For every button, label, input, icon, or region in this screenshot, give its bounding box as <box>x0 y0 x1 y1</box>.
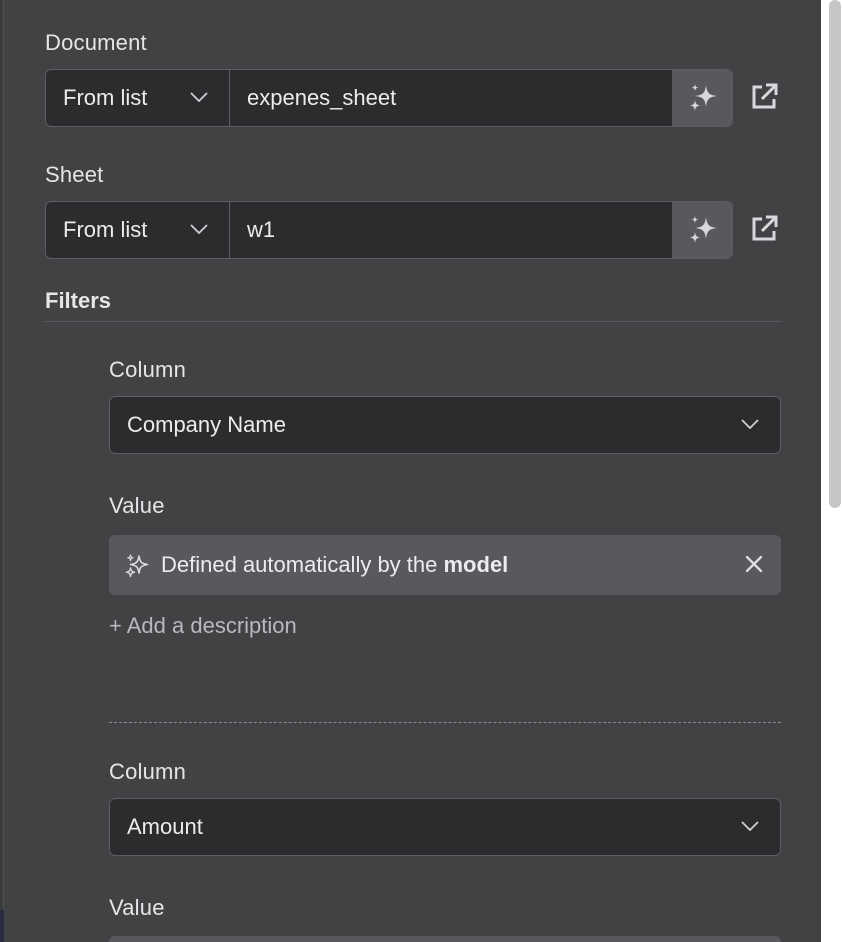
sheet-field: From list w1 <box>45 201 733 259</box>
chevron-down-icon <box>741 419 759 429</box>
sparkles-icon <box>690 84 717 111</box>
filter-column-value: Amount <box>127 814 203 839</box>
sheet-mode-value: From list <box>63 217 148 242</box>
sheet-select-value: w1 <box>247 217 276 242</box>
sheet-ai-button[interactable] <box>672 202 732 258</box>
filter-value-field[interactable] <box>109 936 781 942</box>
document-select[interactable]: expenes_sheet <box>230 70 699 126</box>
chevron-down-icon <box>190 92 208 102</box>
sheet-label: Sheet <box>45 162 104 187</box>
filter-column-select[interactable]: Company Name <box>109 396 781 454</box>
sheet-select[interactable]: w1 <box>230 202 699 258</box>
filter-value-prefix: Defined automatically by the <box>161 552 438 577</box>
filter-value-text: Defined automatically by the model <box>161 552 508 578</box>
sparkles-icon <box>690 216 717 243</box>
document-field: From list expenes_sheet <box>45 69 733 127</box>
filters-heading: Filters <box>45 288 112 313</box>
filter-value-label: Value <box>109 895 165 920</box>
filter-column-label: Column <box>109 759 187 784</box>
filter-column-label: Column <box>109 357 187 382</box>
chevron-down-icon <box>741 821 759 831</box>
scrollbar-thumb[interactable] <box>829 0 841 508</box>
sheet-mode-select[interactable]: From list <box>46 202 230 258</box>
external-link-icon[interactable] <box>749 82 779 112</box>
filter-column-value: Company Name <box>127 412 286 437</box>
document-mode-select[interactable]: From list <box>46 70 230 126</box>
parameters-panel: Document From list expenes_sheet Sheet F… <box>0 0 842 942</box>
close-icon[interactable] <box>745 555 763 573</box>
filter-value-emphasis: model <box>443 552 509 577</box>
document-label: Document <box>45 30 147 55</box>
filters-divider <box>45 321 781 322</box>
document-select-value: expenes_sheet <box>247 85 397 110</box>
filter-value-auto: Defined automatically by the model <box>109 535 781 595</box>
chevron-down-icon <box>190 224 208 234</box>
panel-left-edge <box>0 0 4 942</box>
filter-separator <box>109 722 781 723</box>
document-ai-button[interactable] <box>672 70 732 126</box>
document-mode-value: From list <box>63 85 148 110</box>
filter-column-select[interactable]: Amount <box>109 798 781 856</box>
filter-value-label: Value <box>109 493 165 518</box>
add-description-link[interactable]: + Add a description <box>109 613 297 639</box>
external-link-icon[interactable] <box>749 214 779 244</box>
sparkles-icon <box>125 554 149 578</box>
panel-left-edge-accent <box>0 910 4 942</box>
